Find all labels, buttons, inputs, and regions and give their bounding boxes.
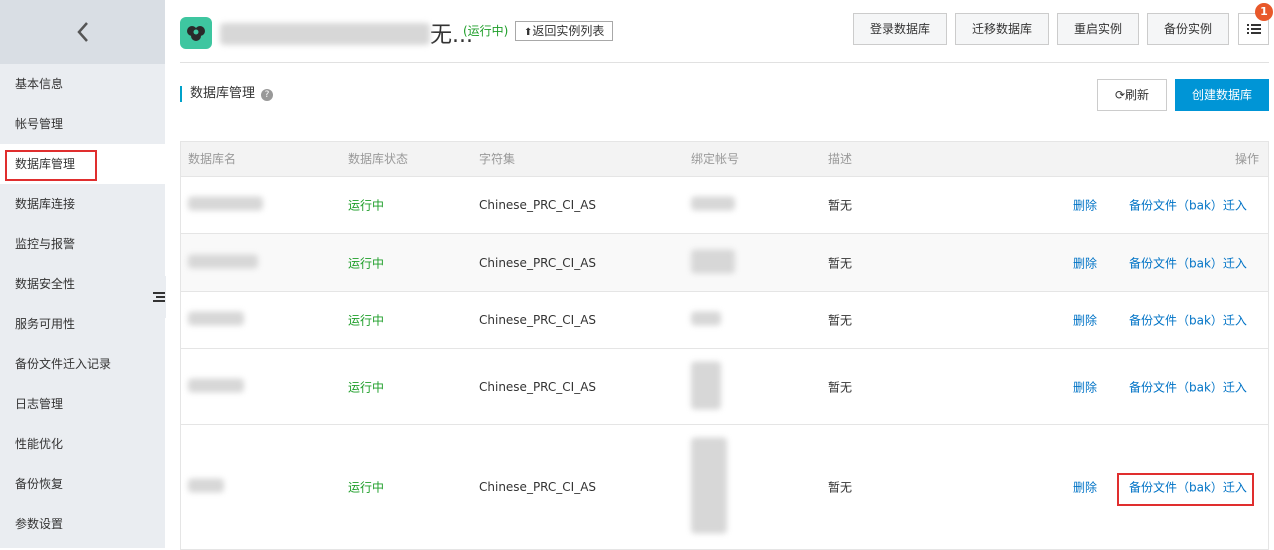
highlight-box	[1117, 473, 1254, 506]
table-row: 运行中 Chinese_PRC_CI_AS 暂无 删除 备份文件（bak）迁入	[181, 234, 1268, 292]
refresh-icon: ⟳	[1114, 88, 1126, 102]
bound-account	[691, 196, 735, 214]
database-name	[188, 378, 244, 395]
sidebar-item-monitoring[interactable]: 监控与报警	[0, 224, 165, 264]
database-table: 数据库名 数据库状态 字符集 绑定帐号 描述 操作 运行中 Chinese_PR…	[180, 141, 1269, 550]
status-cell: 运行中	[348, 480, 385, 495]
restart-instance-button[interactable]: 重启实例	[1057, 13, 1139, 45]
description-cell: 暂无	[828, 380, 853, 394]
bound-account	[691, 311, 721, 329]
sidebar-item-basic-info[interactable]: 基本信息	[0, 64, 165, 104]
sqlserver-logo-icon	[180, 17, 212, 49]
backup-import-link[interactable]: 备份文件（bak）迁入	[1129, 378, 1247, 395]
create-database-button[interactable]: 创建数据库	[1175, 79, 1269, 111]
sidebar-item-security[interactable]: 数据安全性	[0, 264, 165, 304]
charset-cell: Chinese_PRC_CI_AS	[479, 313, 597, 327]
instance-status: (运行中)	[463, 24, 509, 38]
sidebar-item-database-connection[interactable]: 数据库连接	[0, 184, 165, 224]
sidebar-collapse-toggle[interactable]	[152, 276, 166, 318]
login-database-button[interactable]: 登录数据库	[853, 13, 947, 45]
description-cell: 暂无	[828, 256, 853, 270]
table-row: 运行中 Chinese_PRC_CI_AS 暂无 删除 备份文件（bak）迁入	[181, 292, 1268, 349]
charset-cell: Chinese_PRC_CI_AS	[479, 480, 597, 494]
database-name	[188, 196, 263, 214]
backup-import-link[interactable]: 备份文件（bak）迁入	[1129, 254, 1247, 271]
backup-import-link[interactable]: 备份文件（bak）迁入	[1129, 197, 1247, 214]
delete-link[interactable]: 删除	[1073, 312, 1097, 329]
charset-cell: Chinese_PRC_CI_AS	[479, 379, 597, 394]
table-row: 运行中 Chinese_PRC_CI_AS 暂无 删除 备份文件（bak）迁入	[181, 349, 1268, 425]
sidebar-item-accounts[interactable]: 帐号管理	[0, 104, 165, 144]
col-database-status: 数据库状态	[348, 152, 409, 166]
status-cell: 运行中	[348, 380, 385, 394]
charset-cell: Chinese_PRC_CI_AS	[479, 255, 597, 270]
col-database-name: 数据库名	[188, 152, 237, 166]
sidebar-item-database-management[interactable]: 数据库管理	[0, 144, 165, 184]
backup-import-link[interactable]: 备份文件（bak）迁入	[1129, 312, 1247, 329]
redacted-instance-name	[220, 23, 430, 45]
sidebar-item-backup-restore[interactable]: 备份恢复	[0, 464, 165, 504]
help-icon[interactable]: ?	[261, 89, 274, 101]
status-cell: 运行中	[348, 198, 385, 213]
description-cell: 暂无	[828, 198, 853, 213]
delete-link[interactable]: 删除	[1073, 254, 1097, 271]
list-icon	[153, 292, 165, 302]
table-row: 运行中 Chinese_PRC_CI_AS 暂无 删除 备份文件（bak）迁入	[181, 425, 1268, 550]
backup-instance-button[interactable]: 备份实例	[1147, 13, 1229, 45]
database-name	[188, 311, 244, 329]
bound-account	[691, 249, 735, 276]
col-description: 描述	[828, 152, 853, 166]
sidebar-item-logs[interactable]: 日志管理	[0, 384, 165, 424]
back-to-instance-list-button[interactable]: ⬆返回实例列表	[515, 21, 614, 41]
chevron-left-icon	[76, 22, 88, 42]
sidebar-item-performance[interactable]: 性能优化	[0, 424, 165, 464]
col-actions: 操作	[1234, 152, 1259, 166]
sidebar-item-availability[interactable]: 服务可用性	[0, 304, 165, 344]
migrate-database-button[interactable]: 迁移数据库	[955, 13, 1049, 45]
sidebar-menu: 基本信息 帐号管理 数据库管理 数据库连接 监控与报警 数据安全性 服务可用性 …	[0, 64, 165, 544]
col-charset: 字符集	[479, 152, 516, 166]
bound-account	[691, 437, 727, 537]
delete-link[interactable]: 删除	[1073, 378, 1097, 395]
instance-title: 无...	[220, 17, 473, 49]
database-name	[188, 254, 258, 271]
status-cell: 运行中	[348, 313, 385, 328]
description-cell: 暂无	[828, 313, 853, 328]
table-header: 数据库名 数据库状态 字符集 绑定帐号 描述 操作	[181, 142, 1268, 177]
status-cell: 运行中	[348, 256, 385, 270]
delete-link[interactable]: 删除	[1073, 197, 1097, 214]
col-bound-account: 绑定帐号	[691, 152, 740, 166]
sidebar: 基本信息 帐号管理 数据库管理 数据库连接 监控与报警 数据安全性 服务可用性 …	[0, 0, 165, 548]
description-cell: 暂无	[828, 480, 853, 495]
sidebar-item-backup-import-records[interactable]: 备份文件迁入记录	[0, 344, 165, 384]
instance-header: 无... (运行中) ⬆返回实例列表 登录数据库 迁移数据库 重启实例 备份实例…	[180, 0, 1273, 63]
refresh-button[interactable]: ⟳刷新	[1097, 79, 1167, 111]
notification-badge: 1	[1255, 3, 1273, 21]
charset-cell: Chinese_PRC_CI_AS	[479, 198, 597, 212]
database-name	[188, 478, 224, 496]
back-button[interactable]	[0, 0, 165, 64]
table-row: 运行中 Chinese_PRC_CI_AS 暂无 删除 备份文件（bak）迁入	[181, 177, 1268, 234]
delete-link[interactable]: 删除	[1073, 479, 1097, 496]
sidebar-item-parameters[interactable]: 参数设置	[0, 504, 165, 544]
section-title: 数据库管理?	[180, 86, 274, 102]
list-menu-icon	[1246, 24, 1261, 34]
bound-account	[691, 361, 721, 412]
highlight-box	[5, 150, 97, 181]
